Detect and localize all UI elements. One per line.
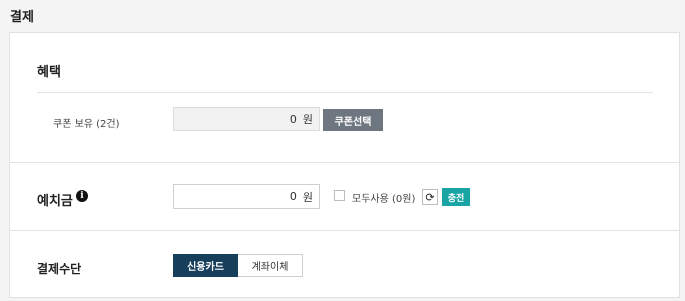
payment-method-tabs: 신용카드 계좌이체: [173, 254, 303, 277]
deposit-amount-field[interactable]: 0 원: [173, 184, 320, 209]
deposit-section-title: 예치금: [37, 194, 73, 209]
coupon-amount-value: 0: [289, 112, 297, 126]
charge-button[interactable]: 충전: [442, 188, 470, 206]
coupon-amount-field: 0 원: [173, 107, 320, 131]
deposit-currency: 원: [302, 190, 313, 204]
tab-credit-card[interactable]: 신용카드: [173, 254, 238, 277]
use-all-checkbox[interactable]: [334, 190, 345, 201]
deposit-amount-value: 0: [289, 190, 297, 203]
coupon-currency: 원: [302, 113, 313, 126]
info-circle-icon[interactable]: i: [76, 190, 88, 202]
section-divider: [10, 230, 679, 231]
use-all-label: 모두사용 (0원): [352, 194, 416, 205]
coupon-select-button[interactable]: 쿠폰선택: [323, 109, 383, 131]
benefit-divider: [37, 92, 653, 93]
payment-method-title: 결제수단: [37, 262, 82, 276]
benefit-section-title: 혜택: [37, 65, 61, 80]
refresh-icon[interactable]: ⟳: [422, 189, 438, 205]
section-divider: [10, 162, 679, 163]
page-title: 결제: [10, 10, 34, 25]
payment-panel: 혜택 쿠폰 보유 (2건) 0 원 쿠폰선택 예치금 i 0 원 모두사용 (0…: [9, 32, 680, 298]
coupon-label: 쿠폰 보유 (2건): [53, 119, 120, 130]
tab-bank-transfer[interactable]: 계좌이체: [238, 254, 303, 277]
